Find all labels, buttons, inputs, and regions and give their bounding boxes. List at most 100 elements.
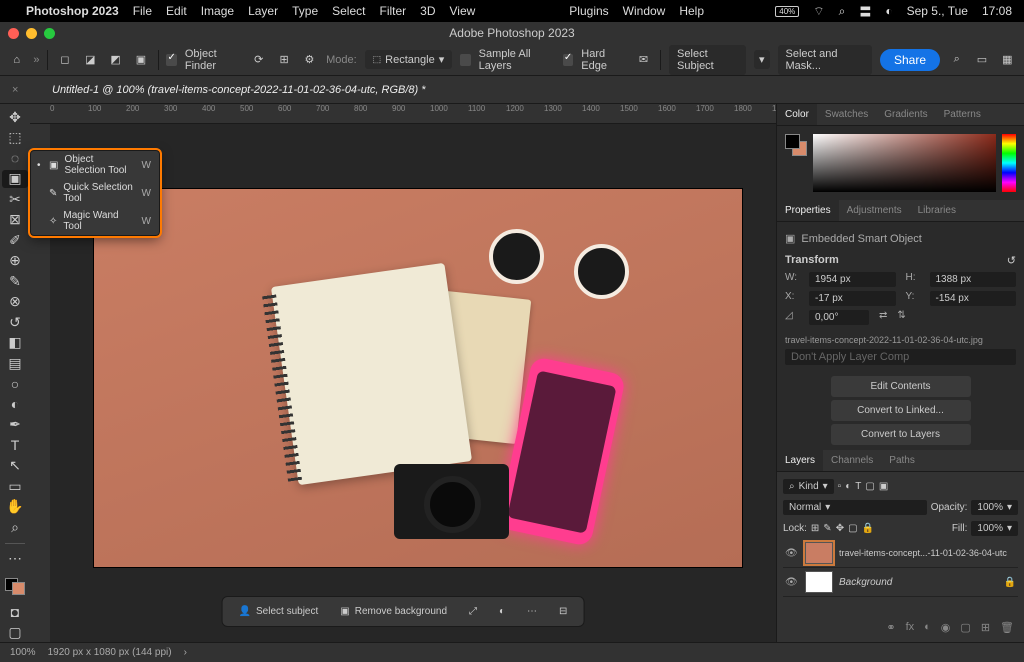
layer-mask-icon[interactable]: ◐ <box>924 621 931 634</box>
menu-plugins[interactable]: Plugins <box>569 4 608 18</box>
tab-properties[interactable]: Properties <box>777 200 839 221</box>
dodge-tool[interactable]: ◐ <box>2 395 28 414</box>
select-and-mask-button[interactable]: Select and Mask... <box>778 45 872 75</box>
menubar-time[interactable]: 17:08 <box>982 4 1012 18</box>
link-layers-icon[interactable]: ⚭ <box>886 621 895 634</box>
brush-tool[interactable]: ✎ <box>2 272 28 291</box>
sample-all-layers-checkbox[interactable] <box>460 54 470 66</box>
menu-layer[interactable]: Layer <box>248 4 278 18</box>
tab-layers[interactable]: Layers <box>777 450 823 471</box>
hard-edge-checkbox[interactable] <box>563 54 573 66</box>
clone-stamp-tool[interactable]: ⊗ <box>2 293 28 312</box>
workspace-icon[interactable]: ▭ <box>973 50 990 70</box>
new-layer-icon[interactable]: ⊞ <box>981 621 990 634</box>
document-tab[interactable]: Untitled-1 @ 100% (travel-items-concept-… <box>40 79 438 101</box>
tab-channels[interactable]: Channels <box>823 450 881 471</box>
zoom-tool[interactable]: ⌕ <box>2 518 28 537</box>
siri-icon[interactable]: ◐ <box>885 4 892 18</box>
layer-filter-kind[interactable]: ⌕Kind▾ <box>783 479 834 494</box>
menu-select[interactable]: Select <box>332 4 365 18</box>
menu-type[interactable]: Type <box>292 4 318 18</box>
ctx-transform-icon[interactable]: ⤢ <box>463 603 483 620</box>
gradient-tool[interactable]: ▤ <box>2 354 28 373</box>
layer-row-smart-object[interactable]: 👁 travel-items-concept...-11-01-02-36-04… <box>783 539 1018 568</box>
opacity-input[interactable]: 100%▾ <box>971 500 1018 515</box>
selection-mode-subtract-icon[interactable]: ◩ <box>107 50 124 70</box>
menu-view[interactable]: View <box>450 4 476 18</box>
selection-mode-new-icon[interactable]: ◻ <box>56 50 73 70</box>
tab-adjustments[interactable]: Adjustments <box>839 200 910 221</box>
layer-visibility-icon[interactable]: 👁 <box>785 548 799 559</box>
hue-strip[interactable] <box>1002 134 1016 192</box>
tab-swatches[interactable]: Swatches <box>817 104 876 125</box>
path-selection-tool[interactable]: ↖ <box>2 457 28 476</box>
edit-toolbar-icon[interactable]: ⋯ <box>2 550 28 569</box>
tab-paths[interactable]: Paths <box>881 450 923 471</box>
color-field[interactable] <box>813 134 996 192</box>
crop-tool[interactable]: ✂ <box>2 190 28 209</box>
layer-name[interactable]: travel-items-concept...-11-01-02-36-04-u… <box>839 548 1007 558</box>
minimize-window-button[interactable] <box>26 28 37 39</box>
ctx-remove-bg-button[interactable]: ▣ Remove background <box>334 603 453 620</box>
layer-visibility-icon[interactable]: 👁 <box>785 577 799 588</box>
filter-smart-icon[interactable]: ▣ <box>879 481 888 492</box>
object-finder-checkbox[interactable] <box>166 54 176 66</box>
hand-tool[interactable]: ✋ <box>2 498 28 517</box>
height-input[interactable]: 1388 px <box>930 272 1017 287</box>
layer-comp-dropdown[interactable]: Don't Apply Layer Comp <box>785 349 1016 365</box>
history-brush-tool[interactable]: ↺ <box>2 313 28 332</box>
selection-mode-intersect-icon[interactable]: ▣ <box>132 50 149 70</box>
color-swatches[interactable] <box>5 578 25 595</box>
tab-patterns[interactable]: Patterns <box>936 104 989 125</box>
menubar-date[interactable]: Sep 5., Tue <box>907 4 968 18</box>
lock-icon[interactable]: 🔒 <box>862 523 874 534</box>
flyout-magic-wand[interactable]: ✧ Magic Wand Tool W <box>31 207 159 235</box>
panel-color-swatches[interactable] <box>785 134 807 156</box>
group-icon[interactable]: ▢ <box>960 621 970 634</box>
shape-tool[interactable]: ▭ <box>2 477 28 496</box>
lock-pixels-icon[interactable]: ✎ <box>823 523 831 534</box>
y-input[interactable]: -154 px <box>930 291 1017 306</box>
selection-mode-add-icon[interactable]: ◪ <box>82 50 99 70</box>
width-input[interactable]: 1954 px <box>809 272 896 287</box>
menu-filter[interactable]: Filter <box>379 4 406 18</box>
lock-all-icon[interactable]: ⊞ <box>811 523 819 534</box>
layer-thumbnail[interactable] <box>805 571 833 593</box>
arrange-icon[interactable]: ▦ <box>999 50 1016 70</box>
adjustment-layer-icon[interactable]: ◉ <box>941 621 951 634</box>
type-tool[interactable]: T <box>2 436 28 455</box>
screen-mode-icon[interactable]: ▢ <box>2 623 28 642</box>
tab-color[interactable]: Color <box>777 104 817 125</box>
maximize-window-button[interactable] <box>44 28 55 39</box>
move-tool[interactable]: ✥ <box>2 108 28 127</box>
flip-v-icon[interactable]: ⇅ <box>897 310 905 325</box>
menu-3d[interactable]: 3D <box>420 4 435 18</box>
healing-brush-tool[interactable]: ⊕ <box>2 252 28 271</box>
edit-contents-button[interactable]: Edit Contents <box>831 376 971 397</box>
search-icon[interactable]: ⌕ <box>839 4 846 19</box>
menu-edit[interactable]: Edit <box>166 4 187 18</box>
zoom-level[interactable]: 100% <box>10 647 36 658</box>
chevron-double-icon[interactable]: » <box>33 54 39 66</box>
refresh-icon[interactable]: ⟳ <box>250 50 267 70</box>
convert-to-layers-button[interactable]: Convert to Layers <box>831 424 971 445</box>
menu-window[interactable]: Window <box>623 4 666 18</box>
filter-adjust-icon[interactable]: ◐ <box>845 481 851 492</box>
object-selection-tool[interactable]: ▣ <box>2 170 28 189</box>
flyout-object-selection[interactable]: ▣ Object Selection Tool W <box>31 151 159 179</box>
layer-name[interactable]: Background <box>839 577 892 588</box>
background-color[interactable] <box>12 582 25 595</box>
filter-shape-icon[interactable]: ▢ <box>865 481 874 492</box>
doc-info-chevron-icon[interactable]: › <box>184 647 187 658</box>
menu-image[interactable]: Image <box>201 4 234 18</box>
marquee-tool[interactable]: ⬚ <box>2 129 28 148</box>
feedback-icon[interactable]: ✉ <box>635 50 652 70</box>
flip-h-icon[interactable]: ⇄ <box>879 310 887 325</box>
tab-gradients[interactable]: Gradients <box>876 104 935 125</box>
mode-dropdown[interactable]: ⬚ Rectangle ▾ <box>365 50 453 69</box>
filter-pixel-icon[interactable]: ▫ <box>838 481 842 492</box>
layer-row-background[interactable]: 👁 Background 🔒 <box>783 568 1018 597</box>
frame-tool[interactable]: ⊠ <box>2 211 28 230</box>
gear-icon[interactable]: ⚙ <box>301 50 318 70</box>
share-button[interactable]: Share <box>880 49 940 71</box>
